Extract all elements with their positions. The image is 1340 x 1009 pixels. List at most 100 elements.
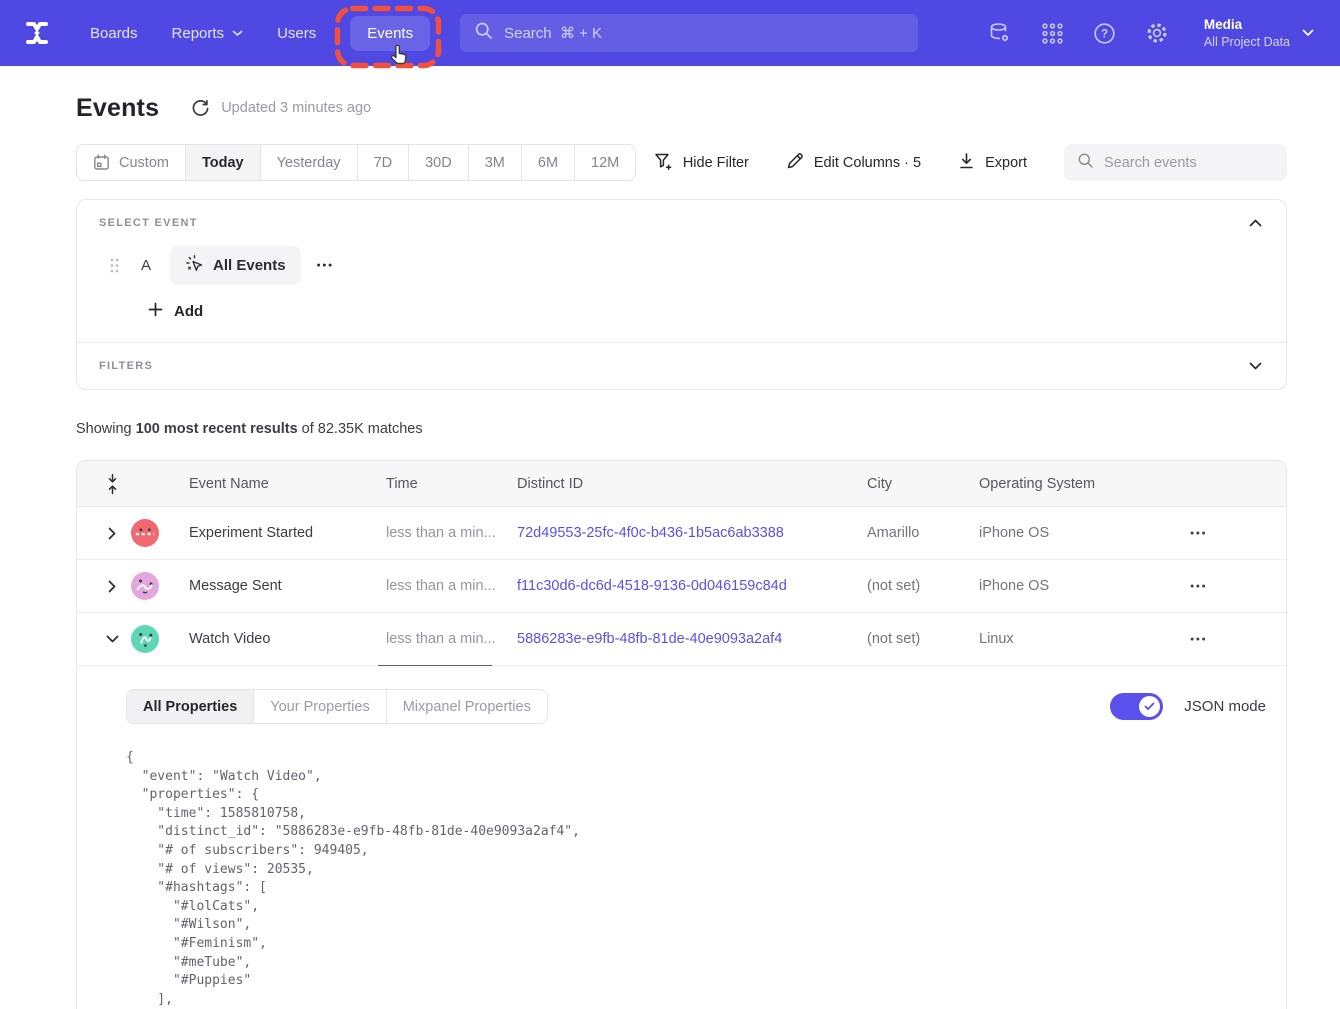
svg-text:?: ? xyxy=(1101,28,1108,40)
event-os: iPhone OS xyxy=(979,525,1190,541)
tab-mixpanel-properties[interactable]: Mixpanel Properties xyxy=(386,690,547,723)
filters-section-header[interactable]: FILTERS xyxy=(77,343,1286,389)
event-name: Message Sent xyxy=(189,578,386,594)
segment-label: 3M xyxy=(485,155,505,171)
date-range-3m[interactable]: 3M xyxy=(468,145,521,180)
table-row[interactable]: Message Sent less than a min... f11c30d6… xyxy=(77,560,1286,613)
event-os: Linux xyxy=(979,631,1190,647)
event-os: iPhone OS xyxy=(979,578,1190,594)
search-icon xyxy=(474,21,493,45)
col-time[interactable]: Time xyxy=(386,476,517,492)
global-search-input[interactable] xyxy=(504,25,904,42)
row-collapse-icon[interactable] xyxy=(93,635,131,643)
query-builder-card: SELECT EVENT A xyxy=(76,199,1287,390)
date-range-30d[interactable]: 30D xyxy=(408,145,468,180)
row-expand-icon[interactable] xyxy=(93,527,131,540)
data-management-icon[interactable] xyxy=(988,21,1012,45)
date-range-yesterday[interactable]: Yesterday xyxy=(260,145,357,180)
event-city: (not set) xyxy=(867,631,979,647)
mixpanel-logo-icon[interactable] xyxy=(22,18,52,48)
event-avatar xyxy=(131,625,159,653)
segment-label: Yesterday xyxy=(277,155,341,171)
edit-columns-button[interactable]: Edit Columns · 5 xyxy=(786,152,921,174)
edit-columns-label: Edit Columns · 5 xyxy=(814,155,921,171)
apps-grid-icon[interactable] xyxy=(1041,22,1064,45)
search-icon xyxy=(1077,152,1094,174)
hide-filter-button[interactable]: Hide Filter xyxy=(654,152,749,174)
segment-label: Today xyxy=(202,155,244,171)
tab-all-properties[interactable]: All Properties xyxy=(127,690,253,723)
settings-gear-icon[interactable] xyxy=(1145,21,1169,45)
nav-item-events[interactable]: Events xyxy=(350,16,430,51)
row-expand-icon[interactable] xyxy=(93,580,131,593)
global-search[interactable] xyxy=(460,14,918,52)
date-range-6m[interactable]: 6M xyxy=(521,145,574,180)
distinct-id-link[interactable]: 5886283e-e9fb-48fb-81de-40e9093a2af4 xyxy=(517,631,867,647)
table-row[interactable]: Experiment Started less than a min... 72… xyxy=(77,507,1286,560)
events-table: Event Name Time Distinct ID City Operati… xyxy=(76,460,1287,1009)
expand-filters-icon[interactable] xyxy=(1247,360,1264,372)
segment-label: 6M xyxy=(538,155,558,171)
filters-label: FILTERS xyxy=(99,360,153,372)
col-city[interactable]: City xyxy=(867,476,979,492)
event-row-letter: A xyxy=(141,257,151,274)
drag-handle-icon[interactable] xyxy=(110,258,119,273)
nav-item-reports[interactable]: Reports xyxy=(172,25,244,42)
help-icon[interactable]: ? xyxy=(1093,22,1116,45)
chevron-down-icon xyxy=(232,30,243,37)
row-menu-button[interactable]: ●●● xyxy=(1190,636,1207,643)
collapse-section-icon[interactable] xyxy=(1247,217,1264,229)
event-city: (not set) xyxy=(867,578,979,594)
distinct-id-link[interactable]: f11c30d6-dc6d-4518-9136-0d046159c84d xyxy=(517,578,867,594)
properties-tabs: All PropertiesYour PropertiesMixpanel Pr… xyxy=(126,689,548,724)
last-updated-text: Updated 3 minutes ago xyxy=(221,100,371,116)
nav-item-users[interactable]: Users xyxy=(277,25,316,42)
tab-your-properties[interactable]: Your Properties xyxy=(253,690,385,723)
search-events-field[interactable] xyxy=(1064,144,1287,181)
project-switcher[interactable]: Media All Project Data xyxy=(1204,16,1314,50)
search-events-input[interactable] xyxy=(1104,155,1274,171)
col-operating-system[interactable]: Operating System xyxy=(979,476,1190,492)
date-range-custom[interactable]: Custom xyxy=(77,145,185,180)
json-mode-toggle[interactable] xyxy=(1110,693,1163,720)
table-header-row: Event Name Time Distinct ID City Operati… xyxy=(77,461,1286,507)
event-row-more-button[interactable]: ●●● xyxy=(317,262,334,269)
nav-item-label: Events xyxy=(367,25,413,42)
segment-label: 30D xyxy=(425,155,452,171)
date-range-segmented-control: Custom Today Yesterday 7D 30D 3M 6M 12M xyxy=(76,144,636,181)
export-label: Export xyxy=(985,155,1027,171)
date-range-12m[interactable]: 12M xyxy=(574,145,635,180)
row-menu-button[interactable]: ●●● xyxy=(1190,530,1207,537)
funnel-icon xyxy=(654,152,673,174)
event-selector-chip[interactable]: All Events xyxy=(170,246,301,285)
nav-item-label: Reports xyxy=(172,25,225,42)
refresh-icon[interactable] xyxy=(191,99,210,118)
event-avatar xyxy=(131,519,159,547)
event-avatar xyxy=(131,572,159,600)
add-event-button[interactable]: Add xyxy=(148,302,203,321)
event-json-view: { "event": "Watch Video", "properties": … xyxy=(126,749,1266,1009)
results-prefix: Showing xyxy=(76,421,136,437)
chevron-down-icon xyxy=(1302,24,1314,42)
nav-item-boards[interactable]: Boards xyxy=(90,25,138,42)
col-distinct-id[interactable]: Distinct ID xyxy=(517,476,867,492)
event-city: Amarillo xyxy=(867,525,979,541)
json-mode-label: JSON mode xyxy=(1184,698,1266,715)
col-event-name[interactable]: Event Name xyxy=(189,476,386,492)
event-name: Watch Video xyxy=(189,631,386,647)
segment-label: 7D xyxy=(374,155,393,171)
distinct-id-link[interactable]: 72d49553-25fc-4f0c-b436-1b5ac6ab3388 xyxy=(517,525,867,541)
event-time: less than a min... xyxy=(386,507,517,559)
date-range-today[interactable]: Today xyxy=(185,145,260,180)
plus-icon xyxy=(148,302,163,321)
segment-label: Custom xyxy=(119,155,169,171)
select-event-cursor-icon xyxy=(185,254,204,277)
date-range-7d[interactable]: 7D xyxy=(357,145,409,180)
project-subtitle: All Project Data xyxy=(1204,34,1290,50)
select-event-label: SELECT EVENT xyxy=(99,217,198,229)
pencil-icon xyxy=(786,152,804,174)
row-menu-button[interactable]: ●●● xyxy=(1190,583,1207,590)
table-row[interactable]: Watch Video less than a min... 5886283e-… xyxy=(77,613,1286,666)
expand-collapse-all-icon[interactable] xyxy=(93,473,131,495)
export-button[interactable]: Export xyxy=(958,152,1027,174)
